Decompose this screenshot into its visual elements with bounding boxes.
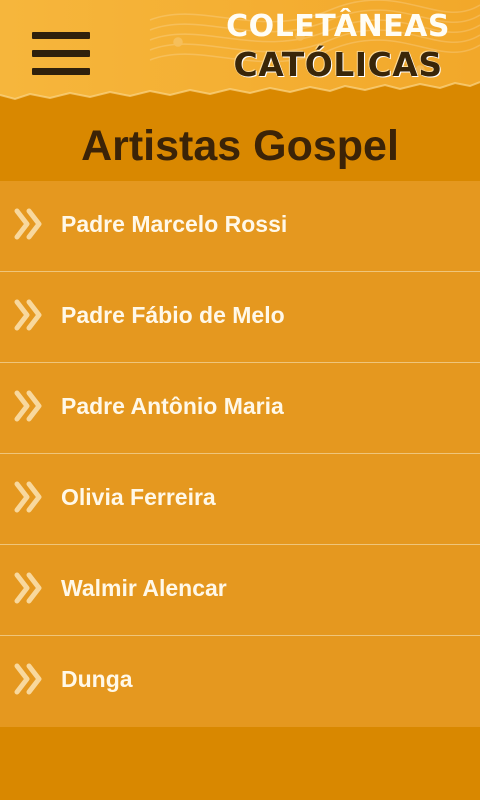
double-chevron-right-icon — [14, 390, 42, 422]
list-item[interactable]: Padre Antônio Maria — [0, 363, 480, 454]
list-item-label: Padre Fábio de Melo — [61, 302, 285, 328]
brand-logo: COLETÂNEAS CATÓLICAS — [226, 8, 450, 84]
double-chevron-right-icon — [14, 663, 42, 695]
list-item-label: Padre Antônio Maria — [61, 393, 284, 419]
hamburger-menu-icon-bar — [32, 50, 90, 57]
app-header: COLETÂNEAS CATÓLICAS — [0, 0, 480, 110]
list-item[interactable]: Padre Fábio de Melo — [0, 272, 480, 363]
page-title: Artistas Gospel — [81, 122, 399, 170]
hamburger-menu-icon — [32, 32, 90, 39]
hamburger-menu-icon-bar — [32, 68, 90, 75]
double-chevron-right-icon — [14, 572, 42, 604]
list-item-label: Olivia Ferreira — [61, 484, 216, 510]
double-chevron-right-icon — [14, 481, 42, 513]
double-chevron-right-icon — [14, 299, 42, 331]
menu-button[interactable] — [32, 32, 92, 76]
list-item[interactable]: Walmir Alencar — [0, 545, 480, 636]
artist-list: Padre Marcelo Rossi Padre Fábio de Melo … — [0, 181, 480, 727]
list-item-label: Dunga — [61, 666, 133, 692]
list-item-label: Padre Marcelo Rossi — [61, 211, 288, 237]
list-item-label: Walmir Alencar — [61, 575, 227, 601]
brand-line-2: CATÓLICAS — [233, 45, 443, 84]
list-item[interactable]: Dunga — [0, 636, 480, 727]
brand-line-1: COLETÂNEAS — [226, 9, 450, 44]
list-item[interactable]: Padre Marcelo Rossi — [0, 181, 480, 272]
list-item[interactable]: Olivia Ferreira — [0, 454, 480, 545]
double-chevron-right-icon — [14, 208, 42, 240]
